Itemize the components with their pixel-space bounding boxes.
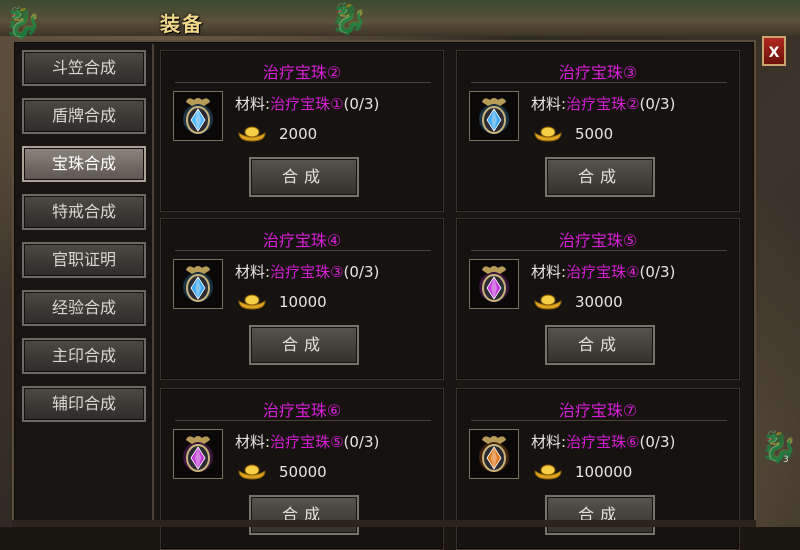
material-prefix: 材料: xyxy=(235,263,271,281)
gold-cost: 2000 xyxy=(279,125,318,143)
item-slot[interactable] xyxy=(469,429,519,479)
material-name: 治疗宝珠④ xyxy=(566,263,640,281)
window-title: 装备 xyxy=(160,12,204,36)
gold-cost: 5000 xyxy=(575,125,614,143)
gold-ingot-icon xyxy=(238,126,266,142)
gold-ingot-icon xyxy=(238,464,266,480)
craft-button[interactable]: 合成 xyxy=(545,325,655,365)
recipe-card: 治疗宝珠④ 材料:治疗宝珠③(0/3) 10000 合成 xyxy=(160,218,444,380)
material-prefix: 材料: xyxy=(531,433,567,451)
material-progress: (0/3) xyxy=(639,263,676,281)
material-prefix: 材料: xyxy=(531,263,567,281)
recipe-title: 治疗宝珠③ xyxy=(558,63,638,82)
craft-button[interactable]: 合成 xyxy=(545,157,655,197)
material-name: 治疗宝珠⑤ xyxy=(270,433,344,451)
title-divider xyxy=(471,420,727,421)
menu-item-guanzhi[interactable]: 官职证明 xyxy=(22,242,146,278)
craft-button[interactable]: 合成 xyxy=(545,495,655,535)
material-prefix: 材料: xyxy=(235,433,271,451)
menu-item-fuyin[interactable]: 辅印合成 xyxy=(22,386,146,422)
bottom-edge xyxy=(12,520,756,527)
recipe-title: 治疗宝珠⑤ xyxy=(558,231,638,250)
title-divider xyxy=(175,420,431,421)
material-progress: (0/3) xyxy=(639,433,676,451)
menu-item-tejie[interactable]: 特戒合成 xyxy=(22,194,146,230)
craft-button[interactable]: 合成 xyxy=(249,157,359,197)
title-divider xyxy=(471,82,727,83)
item-slot[interactable] xyxy=(173,259,223,309)
gem-icon xyxy=(479,436,509,472)
menu-item-zhuyin[interactable]: 主印合成 xyxy=(22,338,146,374)
category-menu: 斗笠合成 盾牌合成 宝珠合成 特戒合成 官职证明 经验合成 主印合成 辅印合成 xyxy=(22,50,148,450)
material-progress: (0/3) xyxy=(343,95,380,113)
item-slot[interactable] xyxy=(173,429,223,479)
gold-ingot-icon xyxy=(534,126,562,142)
material-progress: (0/3) xyxy=(639,95,676,113)
gem-icon xyxy=(479,98,509,134)
gem-icon xyxy=(183,98,213,134)
dragon-ornament-icon: 🐉 xyxy=(4,6,42,41)
craft-button[interactable]: 合成 xyxy=(249,495,359,535)
recipe-title: 治疗宝珠② xyxy=(262,63,342,82)
title-divider xyxy=(175,82,431,83)
menu-item-jingyan[interactable]: 经验合成 xyxy=(22,290,146,326)
title-divider xyxy=(175,250,431,251)
dragon-ornament-icon: 🐉 xyxy=(760,430,798,465)
material-requirement: 材料:治疗宝珠④(0/3) xyxy=(531,261,675,282)
material-name: 治疗宝珠⑥ xyxy=(566,433,640,451)
recipe-title: 治疗宝珠⑥ xyxy=(262,401,342,420)
material-requirement: 材料:治疗宝珠③(0/3) xyxy=(235,261,379,282)
dragon-ornament-icon: 🐉 xyxy=(330,2,368,37)
craft-button[interactable]: 合成 xyxy=(249,325,359,365)
scroll-indicator: 3 xyxy=(783,455,789,465)
menu-item-douli[interactable]: 斗笠合成 xyxy=(22,50,146,86)
title-divider xyxy=(471,250,727,251)
recipe-title: 治疗宝珠⑦ xyxy=(558,401,638,420)
gem-icon xyxy=(479,266,509,302)
material-requirement: 材料:治疗宝珠②(0/3) xyxy=(531,93,675,114)
material-progress: (0/3) xyxy=(343,263,380,281)
material-requirement: 材料:治疗宝珠①(0/3) xyxy=(235,93,379,114)
material-name: 治疗宝珠① xyxy=(270,95,344,113)
gold-cost: 50000 xyxy=(279,463,327,481)
material-name: 治疗宝珠③ xyxy=(270,263,344,281)
material-progress: (0/3) xyxy=(343,433,380,451)
panel-divider xyxy=(152,44,154,527)
gold-cost: 10000 xyxy=(279,293,327,311)
material-requirement: 材料:治疗宝珠⑤(0/3) xyxy=(235,431,379,452)
close-button[interactable]: X xyxy=(762,36,786,66)
gold-cost: 30000 xyxy=(575,293,623,311)
recipe-card: 治疗宝珠⑤ 材料:治疗宝珠④(0/3) 30000 合成 xyxy=(456,218,740,380)
gem-icon xyxy=(183,436,213,472)
gold-ingot-icon xyxy=(534,464,562,480)
menu-item-dunpai[interactable]: 盾牌合成 xyxy=(22,98,146,134)
item-slot[interactable] xyxy=(469,259,519,309)
item-slot[interactable] xyxy=(469,91,519,141)
material-prefix: 材料: xyxy=(235,95,271,113)
menu-item-baozhu[interactable]: 宝珠合成 xyxy=(22,146,146,182)
gold-ingot-icon xyxy=(534,294,562,310)
material-requirement: 材料:治疗宝珠⑥(0/3) xyxy=(531,431,675,452)
gold-ingot-icon xyxy=(238,294,266,310)
recipe-card: 治疗宝珠③ 材料:治疗宝珠②(0/3) 5000 合成 xyxy=(456,50,740,212)
material-name: 治疗宝珠② xyxy=(566,95,640,113)
gem-icon xyxy=(183,266,213,302)
title-bar xyxy=(0,0,800,36)
gold-cost: 100000 xyxy=(575,463,633,481)
recipe-card: 治疗宝珠② 材料:治疗宝珠①(0/3) 2000 合成 xyxy=(160,50,444,212)
recipe-title: 治疗宝珠④ xyxy=(262,231,342,250)
material-prefix: 材料: xyxy=(531,95,567,113)
item-slot[interactable] xyxy=(173,91,223,141)
